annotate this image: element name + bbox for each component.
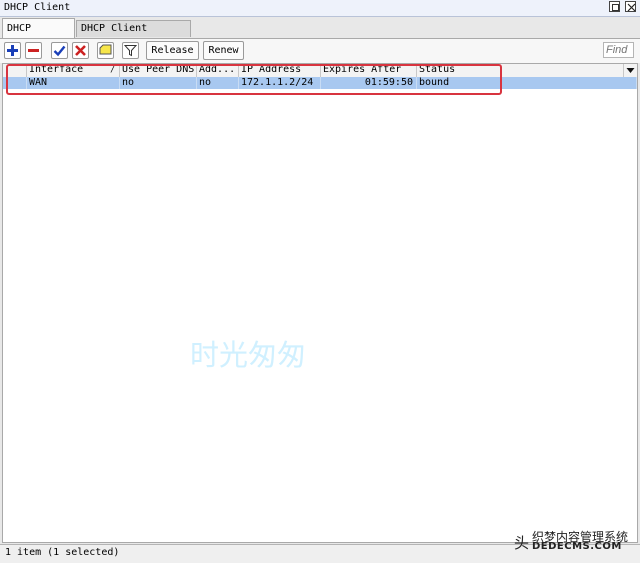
checkmark-icon	[53, 45, 66, 57]
tab-dhcp-client-options[interactable]: DHCP Client Options	[76, 20, 191, 50]
column-menu-button[interactable]	[624, 64, 637, 77]
add-button[interactable]	[4, 42, 21, 59]
watermark-glyph: 头	[514, 534, 530, 552]
close-icon	[627, 3, 636, 12]
dhcp-client-table: Interface / Use Peer DNS Add... IP Addre…	[2, 63, 638, 543]
comment-icon	[99, 44, 112, 55]
find-input[interactable]	[603, 42, 634, 58]
watermark-en-text: DEDECMS.COM	[532, 541, 622, 552]
remove-icon	[28, 49, 39, 52]
window-titlebar: DHCP Client	[0, 0, 640, 17]
toolbar: Release Renew	[0, 38, 640, 63]
remove-button[interactable]	[25, 42, 42, 59]
corner-watermark: 头 织梦内容管理系统 DEDECMS.COM	[514, 528, 636, 554]
center-watermark: 时光匆匆	[190, 338, 307, 372]
restore-window-button[interactable]	[609, 1, 620, 12]
enable-button[interactable]	[51, 42, 68, 59]
status-text: 1 item (1 selected)	[5, 547, 120, 558]
comment-button[interactable]	[97, 42, 114, 59]
renew-button[interactable]: Renew	[203, 41, 244, 60]
release-button[interactable]: Release	[146, 41, 199, 60]
window-title: DHCP Client	[4, 2, 71, 13]
highlight-annotation-box	[6, 64, 502, 95]
tab-dhcp-client[interactable]: DHCP Client	[2, 18, 75, 54]
tab-bar: DHCP Client DHCP Client Options	[0, 18, 640, 54]
add-icon	[7, 45, 18, 56]
disable-button[interactable]	[72, 42, 89, 59]
dropdown-arrow-icon	[626, 68, 635, 73]
close-window-button[interactable]	[625, 1, 636, 12]
filter-button[interactable]	[122, 42, 139, 59]
filter-icon	[124, 45, 137, 57]
cross-icon	[75, 45, 86, 56]
